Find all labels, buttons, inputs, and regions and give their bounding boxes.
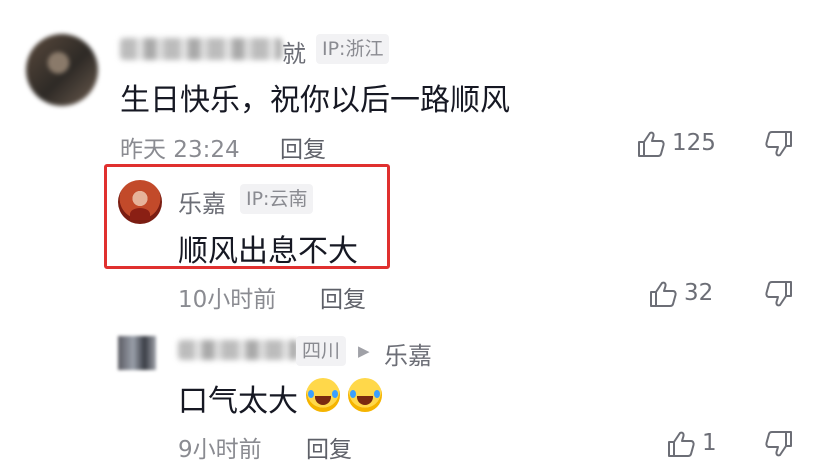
comment-time: 昨天 23:24 [120, 137, 240, 163]
avatar[interactable] [118, 180, 162, 224]
like-count: 32 [684, 280, 714, 306]
comment-time: 10小时前 [178, 287, 277, 313]
reply-button[interactable]: 回复 [306, 430, 352, 464]
like-icon[interactable] [666, 430, 696, 458]
comment-text: 顺风出息不大 [178, 234, 358, 269]
reply-to-username[interactable]: 乐嘉 [384, 336, 432, 371]
reply-button[interactable]: 回复 [280, 130, 326, 164]
reply-button[interactable]: 回复 [320, 280, 366, 314]
avatar[interactable] [118, 336, 156, 370]
username-blurred[interactable] [178, 340, 298, 360]
username-tail[interactable]: 就 [282, 34, 306, 69]
like-count: 1 [702, 430, 717, 456]
comment-text: 生日快乐，祝你以后一路顺风 [120, 83, 510, 118]
reply-arrow-icon: ▶ [358, 342, 370, 360]
username[interactable]: 乐嘉 [178, 184, 226, 219]
ip-location-badge: IP:浙江 [316, 34, 390, 64]
username-blurred[interactable] [120, 38, 282, 60]
ip-location-badge: 四川 [296, 336, 347, 366]
dislike-icon[interactable] [764, 430, 794, 458]
dislike-icon[interactable] [764, 280, 794, 308]
comment-text: 口气太大 [178, 384, 298, 419]
ip-location-badge: IP:云南 [240, 184, 314, 214]
laugh-cry-emoji-icon [348, 378, 382, 412]
avatar[interactable] [26, 34, 98, 106]
like-count: 125 [672, 130, 716, 156]
laugh-cry-emoji-icon [306, 378, 340, 412]
like-icon[interactable] [648, 280, 678, 308]
comment-time: 9小时前 [178, 437, 262, 463]
dislike-icon[interactable] [764, 130, 794, 158]
like-icon[interactable] [636, 130, 666, 158]
